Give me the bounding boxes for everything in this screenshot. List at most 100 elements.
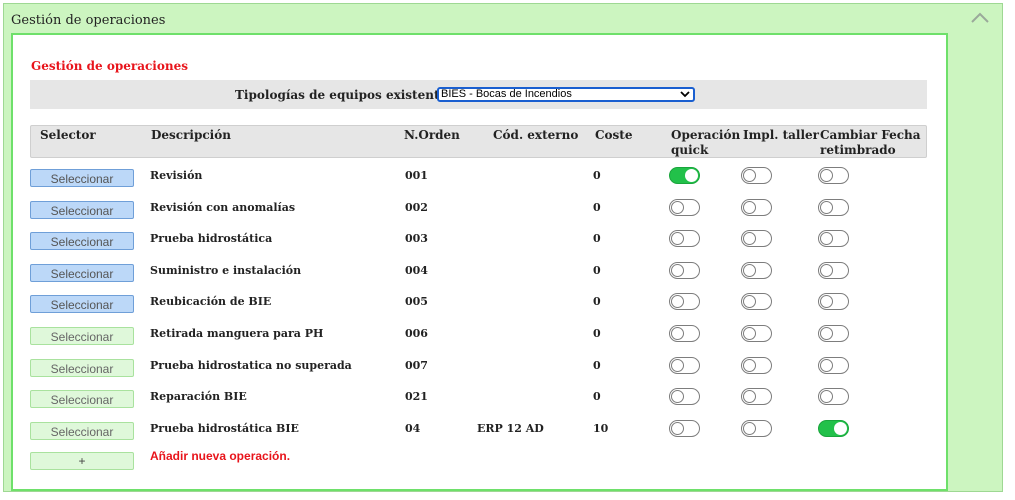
select-button[interactable]: Seleccionar	[30, 263, 134, 282]
select-button[interactable]: Seleccionar	[30, 295, 134, 314]
toggle-taller[interactable]	[741, 293, 772, 311]
cell-orden: 001	[405, 169, 428, 182]
chevron-up-icon[interactable]	[970, 10, 990, 24]
toggle-taller[interactable]	[741, 198, 772, 216]
header-externo: Cód. externo	[493, 128, 579, 142]
toggle-taller[interactable]	[741, 388, 772, 406]
toggle-knob	[671, 421, 684, 435]
table-row: Seleccionar Suministro e instalación 004 0	[13, 259, 950, 290]
cell-orden: 021	[405, 390, 428, 404]
header-descripcion: Descripción	[151, 128, 231, 142]
typology-selected-value: BIES - Bocas de Incendios	[441, 88, 572, 100]
cell-orden: 003	[405, 232, 428, 246]
cell-descripcion: Prueba hidrostatica no superada	[150, 358, 352, 372]
toggle-knob	[743, 421, 756, 435]
table-row: Seleccionar Reubicación de BIE 005 0	[13, 290, 950, 321]
toggle-taller[interactable]	[741, 167, 772, 184]
toggle-quick[interactable]	[669, 388, 700, 406]
section-title: Gestión de operaciones	[31, 59, 188, 73]
operations-panel: Gestión de operaciones Gestión de operac…	[3, 3, 1003, 492]
toggle-quick[interactable]	[669, 261, 700, 279]
toggle-retimbrado[interactable]	[818, 230, 849, 248]
add-operation-link[interactable]: Añadir nueva operación.	[150, 449, 290, 463]
cell-descripcion: Retirada manguera para PH	[150, 327, 324, 340]
toggle-retimbrado[interactable]	[818, 198, 849, 216]
header-coste: Coste	[595, 128, 633, 142]
cell-descripcion: Revisión con anomalías	[150, 200, 296, 214]
toggle-quick[interactable]	[669, 325, 700, 342]
toggle-retimbrado[interactable]	[818, 325, 849, 342]
header-retimbrado-line2: retimbrado	[820, 143, 896, 157]
toggle-taller[interactable]	[741, 261, 772, 279]
select-button[interactable]: Seleccionar	[30, 390, 134, 409]
cell-descripcion: Reparación BIE	[150, 390, 247, 404]
typology-bar: Tipologías de equipos existentes BIES - …	[30, 80, 927, 109]
toggle-retimbrado[interactable]	[818, 293, 849, 311]
header-taller: Impl. taller	[743, 128, 820, 142]
cell-coste: 0	[593, 232, 601, 246]
toggle-quick[interactable]	[669, 230, 700, 248]
operations-content: Gestión de operaciones Tipologías de equ…	[11, 33, 948, 491]
toggle-retimbrado[interactable]	[818, 167, 849, 184]
select-button[interactable]: Seleccionar	[30, 327, 134, 345]
select-button[interactable]: Seleccionar	[30, 232, 134, 251]
toggle-quick[interactable]	[669, 419, 700, 437]
header-retimbrado-line1: Cambiar Fecha	[820, 128, 921, 142]
toggle-knob	[671, 327, 684, 340]
toggle-knob	[743, 295, 756, 309]
toggle-knob	[820, 390, 833, 404]
cell-coste: 0	[593, 390, 601, 404]
toggle-knob	[820, 232, 833, 246]
header-quick: Operación quick	[671, 128, 740, 158]
toggle-knob	[743, 169, 756, 182]
select-button[interactable]: Seleccionar	[30, 421, 134, 440]
cell-descripcion: Suministro e instalación	[150, 263, 302, 277]
toggle-retimbrado[interactable]	[818, 388, 849, 406]
toggle-taller[interactable]	[741, 419, 772, 437]
cell-coste: 0	[593, 169, 601, 182]
toggle-taller[interactable]	[741, 325, 772, 342]
toggle-knob	[671, 358, 684, 372]
chevron-down-icon	[680, 90, 690, 98]
select-button[interactable]: Seleccionar	[30, 200, 134, 219]
table-row: Seleccionar Revisión con anomalías 002 0	[13, 196, 950, 227]
toggle-retimbrado[interactable]	[818, 261, 849, 279]
toggle-quick[interactable]	[669, 167, 700, 184]
toggle-knob	[743, 327, 756, 340]
cell-descripcion: Reubicación de BIE	[150, 295, 272, 309]
header-retimbrado: Cambiar Fecha retimbrado	[820, 128, 921, 158]
table-row: Seleccionar Prueba hidrostática 003 0	[13, 227, 950, 258]
cell-orden: 002	[405, 200, 428, 214]
toggle-knob	[671, 200, 684, 214]
toggle-knob	[834, 421, 847, 435]
cell-coste: 10	[593, 421, 609, 435]
select-button[interactable]: Seleccionar	[30, 358, 134, 377]
toggle-knob	[743, 390, 756, 404]
toggle-knob	[820, 200, 833, 214]
select-button[interactable]: Seleccionar	[30, 169, 134, 187]
toggle-retimbrado[interactable]	[818, 419, 849, 437]
toggle-quick[interactable]	[669, 198, 700, 216]
toggle-quick[interactable]	[669, 293, 700, 311]
table-row: Seleccionar Reparación BIE 021 0	[13, 385, 950, 416]
toggle-taller[interactable]	[741, 230, 772, 248]
toggle-knob	[820, 263, 833, 277]
toggle-taller[interactable]	[741, 356, 772, 374]
cell-orden: 004	[405, 263, 428, 277]
toggle-knob	[743, 263, 756, 277]
add-operation-button[interactable]: +	[30, 452, 134, 470]
toggle-quick[interactable]	[669, 356, 700, 374]
header-orden: N.Orden	[404, 128, 460, 142]
cell-descripcion: Prueba hidrostática	[150, 232, 273, 246]
toggle-knob	[671, 295, 684, 309]
cell-coste: 0	[593, 263, 601, 277]
toggle-knob	[743, 200, 756, 214]
toggle-knob	[671, 390, 684, 404]
cell-orden: 007	[405, 358, 428, 372]
typology-select[interactable]: BIES - Bocas de Incendios	[437, 87, 695, 102]
toggle-retimbrado[interactable]	[818, 356, 849, 374]
cell-coste: 0	[593, 358, 601, 372]
toggle-knob	[685, 169, 698, 182]
toggle-knob	[820, 358, 833, 372]
cell-coste: 0	[593, 327, 601, 340]
